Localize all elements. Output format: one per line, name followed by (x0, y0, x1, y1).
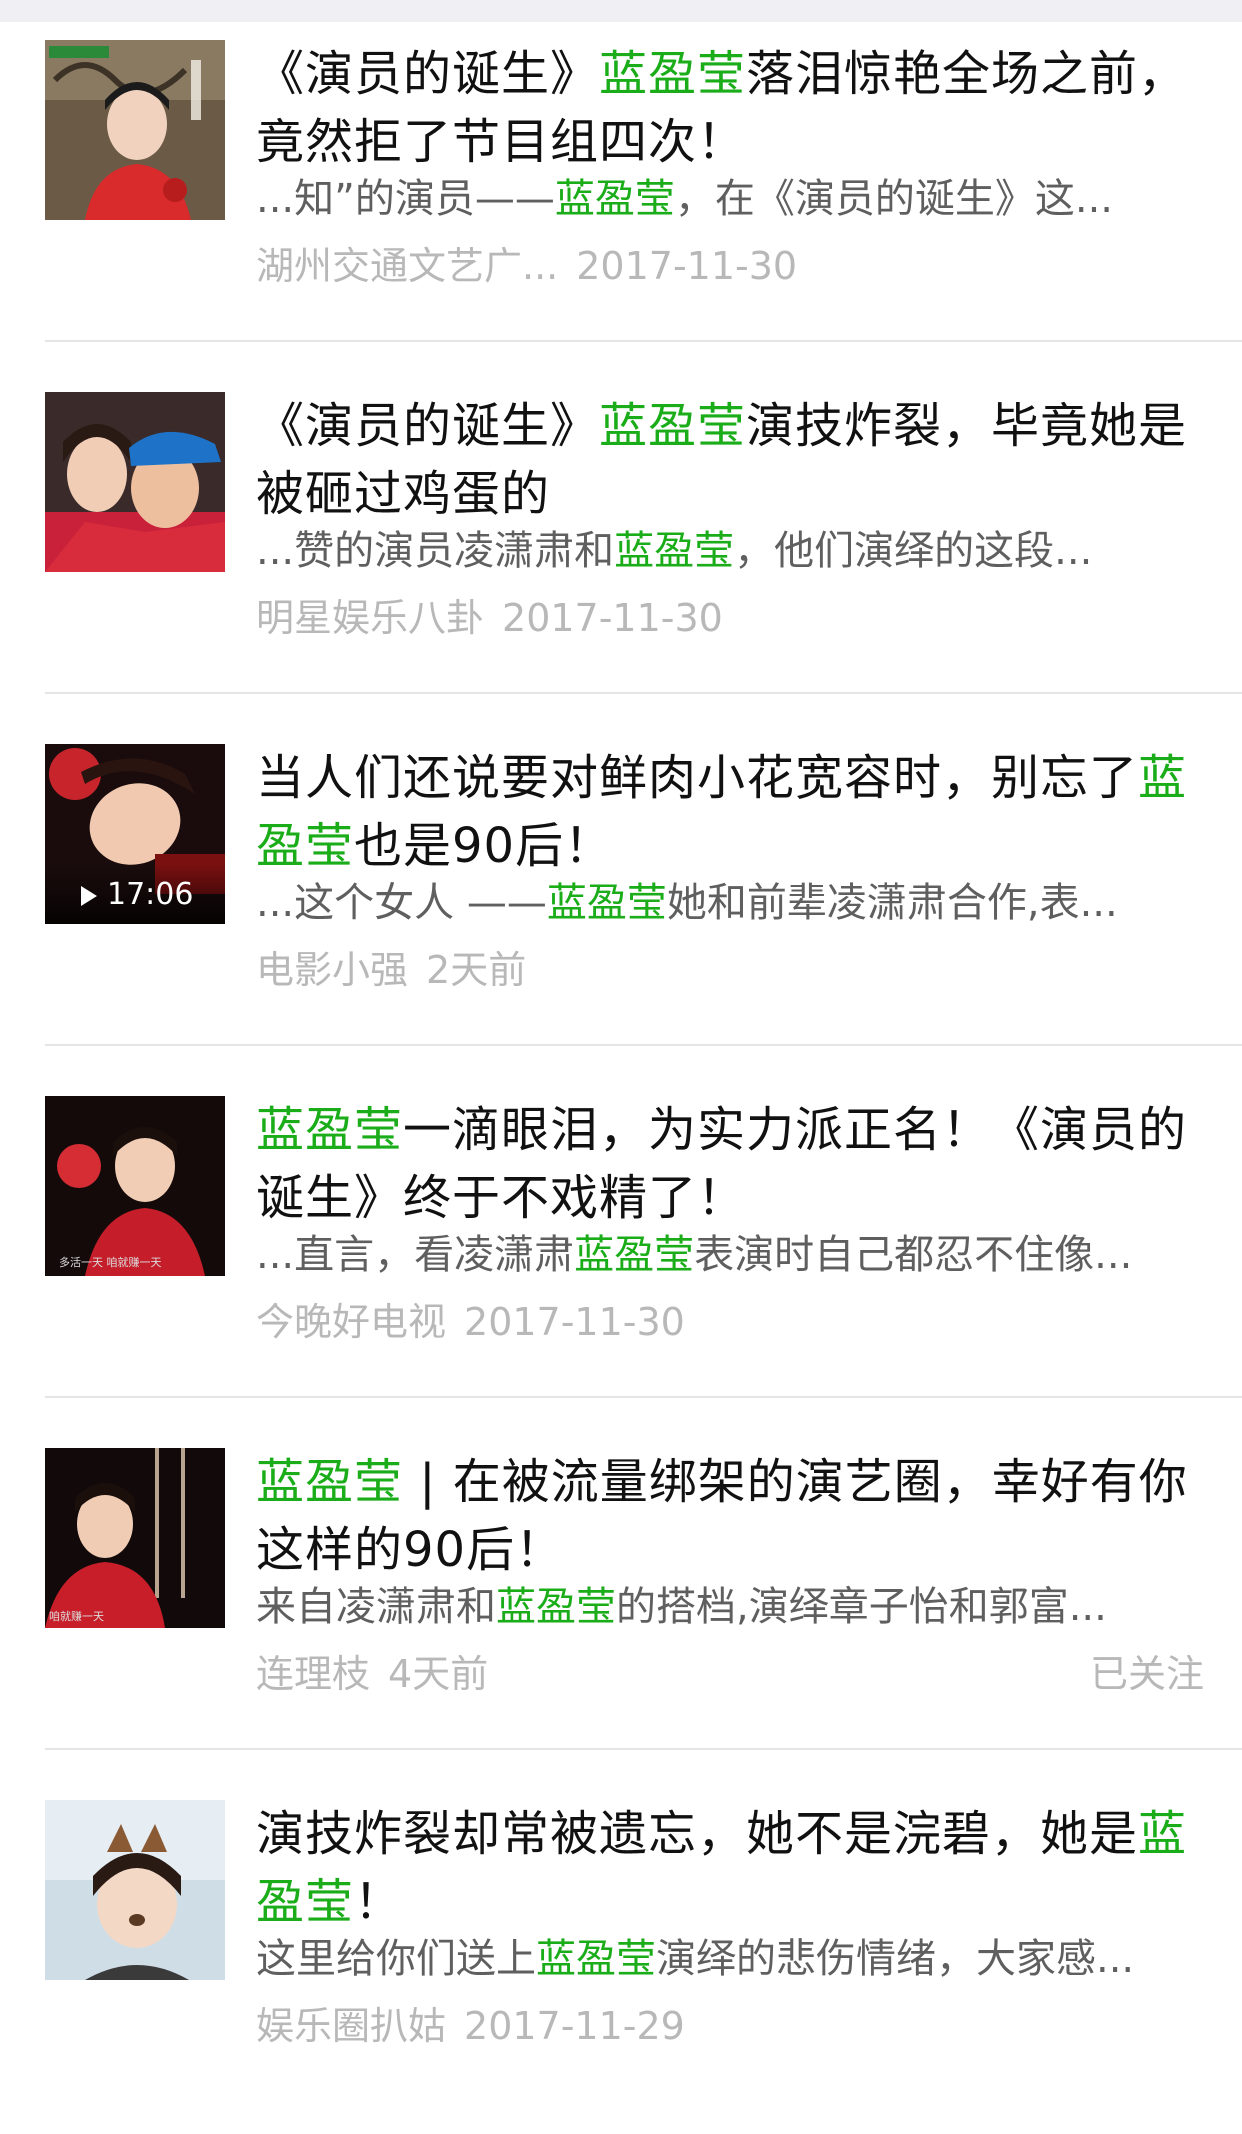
top-status-strip (0, 0, 1242, 22)
play-icon (81, 886, 97, 906)
result-thumbnail[interactable] (45, 1800, 225, 1980)
result-title[interactable]: 演技炸裂却常被遗忘，她不是浣碧，她是蓝盈莹！ (256, 1800, 1206, 1936)
source-name[interactable]: 今晚好电视 (256, 1300, 446, 1344)
title-prefix: 《演员的诞生》 (256, 46, 600, 102)
result-item-5[interactable]: 咱就赚一天 蓝盈莹 | 在被流量绑架的演艺圈，幸好有你这样的90后！ 来自凌潇肃… (0, 1430, 1242, 1782)
result-snippet: 来自凌潇肃和蓝盈莹的搭档,演绎章子怡和郭富... (256, 1584, 1107, 1630)
result-snippet: ...这个女人 ——蓝盈莹她和前辈凌潇肃合作,表... (256, 880, 1118, 926)
snippet-keyword-highlight: 蓝盈莹 (496, 1584, 616, 1630)
result-meta: 连理枝 4天前 (256, 1650, 1206, 1698)
divider (45, 1748, 1242, 1750)
result-item-4[interactable]: 多活一天 咱就赚一天 蓝盈莹一滴眼泪，为实力派正名！《演员的诞生》终于不戏精了！… (0, 1078, 1242, 1430)
source-name[interactable]: 湖州交通文艺广... (256, 244, 558, 288)
portrait-thumbnail-image (45, 40, 225, 220)
title-keyword-highlight: 蓝盈莹 (256, 1454, 404, 1510)
publish-date: 2017-11-29 (464, 2004, 685, 2048)
selfie-filter-thumbnail-image (45, 1800, 225, 1980)
divider (45, 1396, 1242, 1398)
snippet-keyword-highlight: 蓝盈莹 (546, 880, 667, 926)
video-duration: 17:06 (107, 877, 194, 912)
result-title[interactable]: 《演员的诞生》蓝盈莹演技炸裂，毕竟她是被砸过鸡蛋的 (256, 392, 1206, 528)
publish-date: 2017-11-30 (464, 1300, 685, 1344)
title-keyword-highlight: 蓝盈莹 (599, 46, 747, 102)
result-item-2[interactable]: 《演员的诞生》蓝盈莹演技炸裂，毕竟她是被砸过鸡蛋的 ...赞的演员凌潇肃和蓝盈莹… (0, 374, 1242, 726)
result-thumbnail[interactable]: 咱就赚一天 (45, 1448, 225, 1628)
publish-date: 2017-11-30 (502, 596, 723, 640)
divider (45, 692, 1242, 694)
result-meta: 湖州交通文艺广... 2017-11-30 (256, 242, 1206, 290)
divider (45, 1044, 1242, 1046)
result-thumbnail[interactable]: 多活一天 咱就赚一天 (45, 1096, 225, 1276)
followed-badge: 已关注 (1089, 1652, 1204, 1696)
publish-date: 2天前 (426, 948, 527, 992)
divider (45, 340, 1242, 342)
result-item-1[interactable]: 《演员的诞生》蓝盈莹落泪惊艳全场之前，竟然拒了节目组四次！ ...知”的演员——… (0, 22, 1242, 374)
result-meta: 娱乐圈扒姑 2017-11-29 (256, 2002, 1206, 2050)
thumbnail-caption: 咱就赚一天 (49, 1609, 104, 1623)
result-meta: 明星娱乐八卦 2017-11-30 (256, 594, 1206, 642)
couple-thumbnail-image (45, 392, 225, 572)
result-title[interactable]: 当人们还说要对鲜肉小花宽容时，别忘了蓝盈莹也是90后！ (256, 744, 1206, 880)
result-snippet: ...赞的演员凌潇肃和蓝盈莹，他们演绎的这段... (256, 528, 1093, 574)
snippet-keyword-highlight: 蓝盈莹 (574, 1232, 695, 1278)
result-thumbnail[interactable] (45, 40, 225, 220)
result-meta: 电影小强 2天前 (256, 946, 1206, 994)
result-thumbnail[interactable] (45, 392, 225, 572)
result-title[interactable]: 《演员的诞生》蓝盈莹落泪惊艳全场之前，竟然拒了节目组四次！ (256, 40, 1206, 176)
result-video-thumbnail[interactable]: 17:06 (45, 744, 225, 924)
source-name[interactable]: 连理枝 (256, 1652, 370, 1696)
title-keyword-highlight: 蓝盈莹 (256, 1102, 404, 1158)
title-keyword-highlight: 蓝盈莹 (599, 398, 747, 454)
snippet-keyword-highlight: 蓝盈莹 (536, 1936, 656, 1982)
publish-date: 4天前 (388, 1652, 489, 1696)
source-name[interactable]: 明星娱乐八卦 (256, 596, 484, 640)
result-item-6[interactable]: 演技炸裂却常被遗忘，她不是浣碧，她是蓝盈莹！ 这里给你们送上蓝盈莹演绎的悲伤情绪… (0, 1782, 1242, 2134)
result-snippet: ...知”的演员——蓝盈莹，在《演员的诞生》这... (256, 176, 1114, 222)
result-item-3[interactable]: 17:06 当人们还说要对鲜肉小花宽容时，别忘了蓝盈莹也是90后！ ...这个女… (0, 726, 1242, 1078)
source-name[interactable]: 娱乐圈扒姑 (256, 2004, 446, 2048)
snippet-keyword-highlight: 蓝盈莹 (614, 528, 735, 574)
result-title[interactable]: 蓝盈莹一滴眼泪，为实力派正名！《演员的诞生》终于不戏精了！ (256, 1096, 1206, 1232)
result-title[interactable]: 蓝盈莹 | 在被流量绑架的演艺圈，幸好有你这样的90后！ (256, 1448, 1206, 1584)
swing-performer-thumbnail-image: 咱就赚一天 (45, 1448, 225, 1628)
stage-performer-thumbnail-image: 多活一天 咱就赚一天 (45, 1096, 225, 1276)
publish-date: 2017-11-30 (576, 244, 798, 288)
snippet-keyword-highlight: 蓝盈莹 (554, 176, 675, 222)
result-snippet: 这里给你们送上蓝盈莹演绎的悲伤情绪，大家感... (256, 1936, 1135, 1982)
thumbnail-caption: 多活一天 咱就赚一天 (59, 1255, 162, 1269)
source-name[interactable]: 电影小强 (256, 948, 408, 992)
result-snippet: ...直言，看凌潇肃蓝盈莹表演时自己都忍不住像... (256, 1232, 1133, 1278)
result-meta: 今晚好电视 2017-11-30 (256, 1298, 1206, 1346)
